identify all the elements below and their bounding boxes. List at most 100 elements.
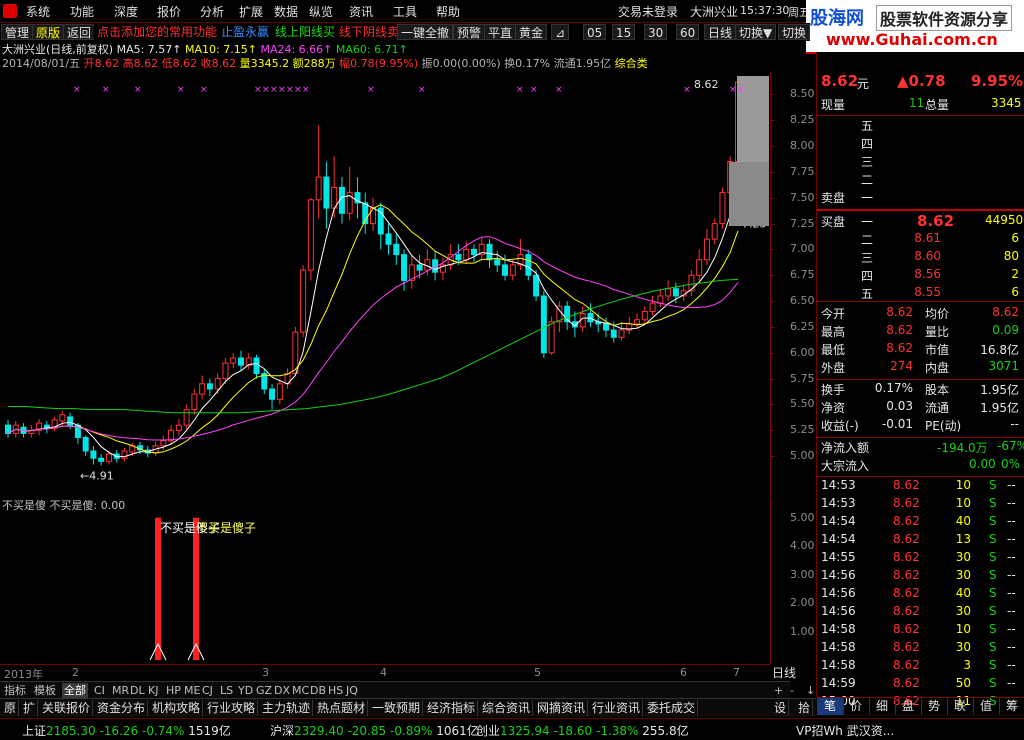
info-tab[interactable]: 一致预期	[370, 700, 424, 716]
indicator-tab[interactable]: 全部	[62, 683, 88, 698]
daily-button[interactable]: 日线	[704, 24, 737, 40]
tick-row[interactable]: 14:56 8.62 30 S --	[821, 568, 1021, 586]
take-profit-link[interactable]: 止盈永赢	[218, 24, 273, 40]
info-tab[interactable]: 经济指标	[425, 700, 479, 716]
menu-tools[interactable]: 工具	[393, 3, 417, 20]
menu-system[interactable]: 系统	[26, 3, 50, 20]
original-button[interactable]: 原版	[32, 24, 65, 40]
trade-detail-tab[interactable]: 价	[843, 698, 870, 715]
menu-data[interactable]: 数据	[274, 3, 298, 20]
info-tab[interactable]: 委托成交	[645, 700, 699, 716]
trade-detail-tab[interactable]: 势	[921, 698, 948, 715]
trade-login-status[interactable]: 交易未登录	[618, 3, 678, 20]
switch-dropdown[interactable]: 切换▼	[735, 24, 777, 40]
tick-row[interactable]: 14:53 8.62 10 S --	[821, 496, 1021, 514]
menu-extend[interactable]: 扩展	[239, 3, 263, 20]
tick-row[interactable]: 14:53 8.62 10 S --	[821, 478, 1021, 496]
sell-level-row[interactable]: 二	[821, 171, 1021, 189]
info-tab[interactable]: 热点题材	[315, 700, 369, 716]
tick-row[interactable]: 14:55 8.62 30 S --	[821, 550, 1021, 568]
menu-overview[interactable]: 纵览	[309, 3, 333, 20]
sell-level-row[interactable]: 五	[821, 117, 1021, 135]
stat-row[interactable]: 净资 0.03 流通 1.95亿	[821, 399, 1021, 417]
indicator-tab[interactable]: LS	[218, 683, 235, 698]
stat-row[interactable]: 最高 8.62 量比 0.09	[821, 323, 1021, 341]
settings-tab[interactable]: 设	[772, 700, 790, 716]
tick-row[interactable]: 14:58 8.62 3 S --	[821, 658, 1021, 676]
sell-below-line-link[interactable]: 线下阴线卖	[336, 24, 403, 40]
info-tab[interactable]: 行业资讯	[590, 700, 644, 716]
flat-button[interactable]: 平直	[484, 24, 517, 40]
gold-button[interactable]: 黄金	[515, 24, 548, 40]
buy-level-row[interactable]: 二 8.61 6	[821, 231, 1021, 249]
indicator-tab[interactable]: KJ	[146, 683, 160, 698]
stat-row[interactable]: 最低 8.62 市值 16.8亿	[821, 341, 1021, 359]
trade-detail-tab[interactable]: 值	[973, 698, 1000, 715]
indicator-tab[interactable]: HP	[164, 683, 183, 698]
indicator-tab[interactable]: YD	[236, 683, 255, 698]
menu-depth[interactable]: 深度	[114, 3, 138, 20]
indicator-tab[interactable]: 模板	[32, 683, 58, 698]
indicator-tab[interactable]: 指标	[2, 683, 28, 698]
info-tab[interactable]: 行业攻略	[205, 700, 259, 716]
indicator-tab[interactable]: JQ	[344, 683, 360, 698]
back-button[interactable]: 返回	[63, 24, 96, 40]
info-tab[interactable]: 关联报价	[40, 700, 94, 716]
tick-row[interactable]: 14:54 8.62 13 S --	[821, 532, 1021, 550]
switch-button[interactable]: 切换	[778, 24, 810, 40]
tick-row[interactable]: 14:58 8.62 30 S --	[821, 640, 1021, 658]
trade-detail-tab[interactable]: 盘	[895, 698, 922, 715]
tab-nav-button[interactable]: -	[788, 683, 796, 698]
buy-level-row[interactable]: 三 8.60 80	[821, 249, 1021, 267]
info-tab[interactable]: 原	[2, 700, 20, 716]
info-tab[interactable]: 综合资讯	[480, 700, 534, 716]
trade-detail-tab[interactable]: 笔	[817, 698, 844, 715]
period-30-button[interactable]: 30	[644, 24, 668, 40]
settings-tab[interactable]: 拾	[796, 700, 814, 716]
menu-help[interactable]: 帮助	[436, 3, 460, 20]
period-05-button[interactable]: 05	[583, 24, 607, 40]
tick-row[interactable]: 14:59 8.62 50 S --	[821, 676, 1021, 694]
menu-analysis[interactable]: 分析	[200, 3, 224, 20]
indicator-tab[interactable]: CI	[92, 683, 107, 698]
indicator-chart[interactable]: 不买是傻子不买是傻子	[0, 512, 770, 664]
tab-nav-button[interactable]: +	[772, 683, 785, 698]
indicator-tab[interactable]: DL	[128, 683, 147, 698]
period-60-button[interactable]: 60	[676, 24, 700, 40]
manage-button[interactable]: 管理	[1, 24, 34, 40]
stat-row[interactable]: 收益(-) -0.01 PE(动) --	[821, 417, 1021, 435]
cancel-all-button[interactable]: 一键全撤	[397, 24, 454, 40]
info-tab[interactable]: 主力轨迹	[260, 700, 314, 716]
tick-row[interactable]: 14:58 8.62 10 S --	[821, 622, 1021, 640]
trade-detail-tab[interactable]: 细	[869, 698, 896, 715]
alert-button[interactable]: 预警	[453, 24, 486, 40]
tick-row[interactable]: 14:56 8.62 40 S --	[821, 586, 1021, 604]
trade-detail-tab[interactable]: 筹	[999, 698, 1024, 715]
trade-detail-tab[interactable]: 联	[947, 698, 974, 715]
sell-level-row[interactable]: 三	[821, 153, 1021, 171]
menu-quote[interactable]: 报价	[157, 3, 181, 20]
draw-tool-button[interactable]: ⊿	[551, 24, 570, 40]
buy-level-row[interactable]: 四 8.56 2	[821, 267, 1021, 285]
tick-row[interactable]: 14:56 8.62 30 S --	[821, 604, 1021, 622]
tick-row[interactable]: 14:54 8.62 40 S --	[821, 514, 1021, 532]
period-15-button[interactable]: 15	[612, 24, 636, 40]
stat-row[interactable]: 换手 0.17% 股本 1.95亿	[821, 381, 1021, 399]
menu-function[interactable]: 功能	[70, 3, 94, 20]
info-tab[interactable]: 网摘资讯	[535, 700, 589, 716]
info-tab[interactable]: 机构攻略	[150, 700, 204, 716]
custom-function-link[interactable]: 点击添加您的常用功能	[94, 24, 221, 40]
indicator-tab[interactable]: CJ	[200, 683, 215, 698]
indicator-tab[interactable]: DX	[272, 683, 292, 698]
stat-row[interactable]: 外盘 274 内盘 3071	[821, 359, 1021, 377]
info-tab[interactable]: 扩	[21, 700, 39, 716]
period-label[interactable]: 日线	[772, 664, 816, 680]
menu-news[interactable]: 资讯	[349, 3, 373, 20]
candlestick-chart[interactable]: 8.627.25←4.91××××××××××××××××××××	[0, 72, 770, 496]
news-ticker[interactable]: VP招Wh 武汉资...	[796, 722, 894, 739]
indicator-tab[interactable]: HS	[326, 683, 345, 698]
buy1-row[interactable]: 买盘 一 8.62 44950	[821, 212, 1023, 231]
app-logo-icon[interactable]	[3, 4, 17, 18]
info-tab[interactable]: 资金分布	[95, 700, 149, 716]
buy-above-line-link[interactable]: 线上阳线买	[272, 24, 339, 40]
